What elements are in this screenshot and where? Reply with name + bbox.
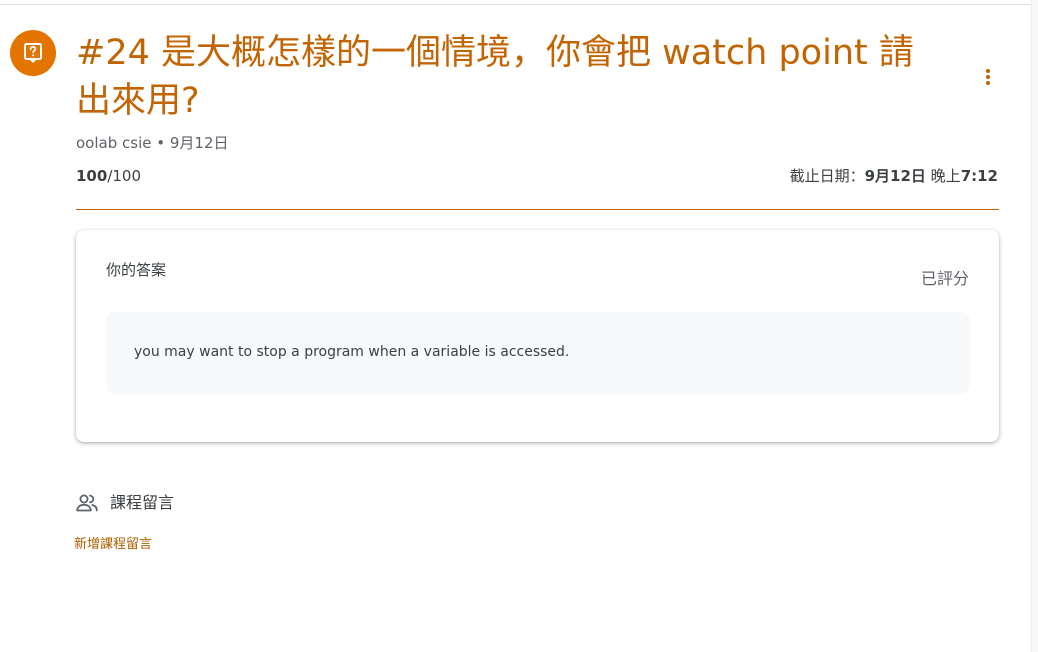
due-time: 7:12 <box>960 167 998 185</box>
author-name: oolab csie <box>76 134 152 152</box>
answer-text: you may want to stop a program when a va… <box>134 344 570 360</box>
assignment-meta: oolab csie • 9月12日 <box>76 133 229 153</box>
due-date: 截止日期：9月12日 晚上7:12 <box>790 166 998 186</box>
your-work-card: 你的答案 已評分 you may want to stop a program … <box>76 230 999 442</box>
class-comments-label: 課程留言 <box>110 493 175 512</box>
class-comments-header: 課程留言 <box>76 492 174 514</box>
score-total: /100 <box>107 167 141 185</box>
top-divider <box>0 4 1038 5</box>
assignment-page: #24 是大概怎樣的一個情境，你會把 watch point 請出來用? ool… <box>0 0 1038 652</box>
people-icon <box>76 494 98 512</box>
meta-separator: • <box>151 134 170 152</box>
add-class-comment-link[interactable]: 新增課程留言 <box>74 536 152 554</box>
your-work-title: 你的答案 <box>106 261 167 279</box>
scrollbar-track[interactable] <box>1031 0 1038 652</box>
posted-date: 9月12日 <box>169 134 229 152</box>
score-value: 100 <box>76 167 108 185</box>
due-label: 截止日期： <box>789 167 865 185</box>
more-options-button[interactable] <box>974 63 1002 91</box>
more-vert-icon <box>986 69 990 85</box>
answer-box: you may want to stop a program when a va… <box>106 312 970 394</box>
assignment-question-icon <box>10 30 56 76</box>
score: 100/100 <box>76 166 141 186</box>
header-divider <box>76 209 999 210</box>
due-date-value: 9月12日 <box>864 167 926 185</box>
assignment-title: #24 是大概怎樣的一個情境，你會把 watch point 請出來用? <box>76 33 914 121</box>
status-badge: 已評分 <box>920 269 969 288</box>
due-period: 晚上 <box>925 167 961 185</box>
